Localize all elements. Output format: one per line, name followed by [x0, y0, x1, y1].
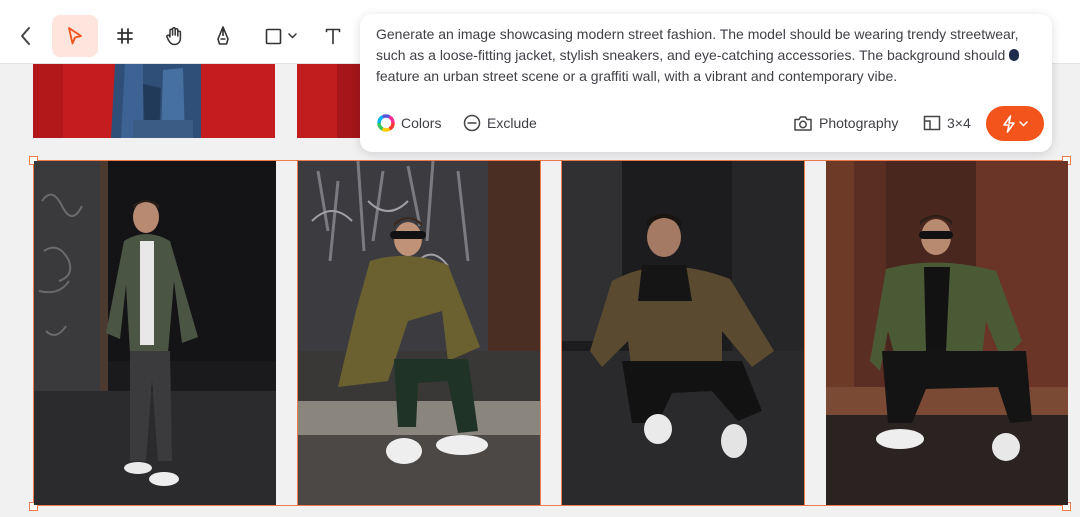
- prompt-line-1: Generate an image showcasing modern stre…: [376, 26, 1019, 42]
- text-icon: [325, 28, 341, 45]
- generate-button[interactable]: [986, 106, 1044, 141]
- generated-image-2[interactable]: [297, 160, 541, 506]
- pen-icon: [217, 26, 229, 45]
- prompt-textarea[interactable]: Generate an image showcasing modern stre…: [376, 24, 1040, 87]
- frame-tool-button[interactable]: [108, 15, 142, 57]
- chevron-left-icon: [21, 27, 30, 45]
- chevron-down-icon: [288, 33, 297, 39]
- pointer-icon: [68, 27, 82, 45]
- aspect-ratio-label: 3×4: [947, 115, 971, 131]
- pen-tool-button[interactable]: [206, 15, 240, 57]
- lightning-icon: [1003, 114, 1015, 133]
- text-cursor-icon: [1009, 49, 1020, 61]
- color-wheel-icon: [377, 114, 395, 132]
- canvas-image-top-1[interactable]: [33, 64, 275, 138]
- generated-image-4[interactable]: [826, 161, 1068, 505]
- exclude-button[interactable]: Exclude: [463, 112, 537, 134]
- camera-icon: [794, 115, 812, 131]
- chevron-down-icon: [1019, 120, 1028, 127]
- hash-icon: [117, 28, 133, 44]
- square-icon: [265, 28, 282, 44]
- aspect-ratio-button[interactable]: 3×4: [923, 112, 971, 134]
- hand-icon: [166, 27, 182, 46]
- style-photography-button[interactable]: Photography: [793, 112, 898, 134]
- shape-tool-button[interactable]: [258, 15, 304, 57]
- prompt-popover: Generate an image showcasing modern stre…: [360, 14, 1052, 152]
- text-tool-button[interactable]: [316, 15, 350, 57]
- generated-image-3[interactable]: [561, 160, 805, 506]
- exclude-label: Exclude: [487, 115, 537, 131]
- hand-tool-button[interactable]: [157, 15, 191, 57]
- style-label: Photography: [819, 115, 899, 131]
- prompt-line-2-wrap: such as a loose-fitting jacket, stylish …: [376, 45, 1040, 66]
- exclude-icon: [463, 114, 481, 132]
- canvas-image-top-2[interactable]: [297, 64, 360, 138]
- back-button[interactable]: [10, 15, 42, 57]
- select-tool-button[interactable]: [52, 15, 98, 57]
- generated-image-1[interactable]: [34, 161, 276, 505]
- colors-button[interactable]: Colors: [377, 112, 441, 134]
- prompt-line-2: such as a loose-fitting jacket, stylish …: [376, 47, 1006, 63]
- prompt-line-3: feature an urban street scene or a graff…: [376, 68, 898, 84]
- colors-label: Colors: [401, 115, 442, 131]
- aspect-ratio-icon: [923, 115, 941, 131]
